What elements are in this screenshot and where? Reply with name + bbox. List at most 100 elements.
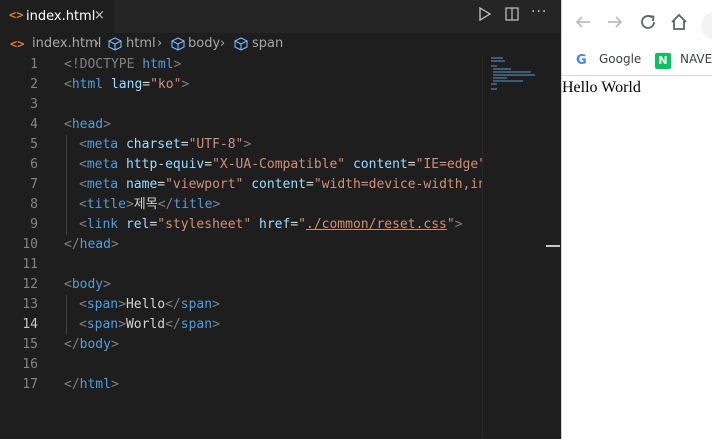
bookmark-google[interactable]: Google (599, 52, 641, 66)
line-number: 13 (22, 297, 38, 312)
line-number: 5 (30, 137, 38, 152)
code-line-5: <meta charset="UTF-8"> (79, 135, 251, 155)
token: content (352, 157, 408, 172)
token: > (173, 57, 182, 72)
minimap-line (491, 83, 497, 85)
token: " (298, 217, 306, 232)
token: rel (125, 217, 150, 232)
line-number: 16 (22, 357, 38, 372)
minimap-line (491, 65, 497, 67)
token: span (86, 317, 119, 332)
token: 제목 (133, 197, 158, 212)
reload-icon[interactable] (639, 13, 657, 36)
code-line-17: </html> (64, 375, 119, 395)
token: = (142, 77, 151, 92)
token: </ (165, 317, 181, 332)
browser-toolbar (562, 0, 712, 46)
breadcrumb-item-html[interactable]: html (126, 36, 156, 51)
back-icon[interactable] (574, 13, 592, 36)
address-bar[interactable] (701, 12, 712, 40)
token: < (79, 317, 87, 332)
minimap-line (493, 77, 507, 79)
code-line-2: <html lang="ko"> (64, 75, 189, 95)
run-icon[interactable] (479, 6, 492, 25)
line-number: 15 (22, 337, 38, 352)
token: > (212, 197, 221, 212)
breadcrumb-item-body[interactable]: body (188, 36, 220, 51)
line-number-active: 14 (22, 317, 38, 332)
line-number: 9 (30, 217, 38, 232)
naver-icon: N (655, 53, 671, 69)
token: < (79, 177, 87, 192)
token: < (79, 137, 87, 152)
token: name (125, 177, 158, 192)
vertical-scrollbar[interactable] (546, 55, 561, 439)
token: meta (86, 157, 119, 172)
minimap[interactable] (482, 55, 547, 439)
token: = (180, 137, 189, 152)
code-area[interactable]: <!DOCTYPE html> <html lang="ko"> <head> … (64, 55, 482, 439)
token: = (290, 217, 299, 232)
token: head (71, 117, 104, 132)
token: span (180, 297, 213, 312)
code-line-15: </body> (64, 335, 119, 355)
token: > (110, 337, 119, 352)
code-line-7: <meta name="viewport" content="width=dev… (79, 175, 482, 195)
token: <!DOCTYPE (64, 57, 143, 72)
code-editor[interactable]: <> index.html × ··· <> index.html › html… (0, 0, 561, 439)
token: http-equiv (125, 157, 205, 172)
line-number: 2 (30, 77, 38, 92)
token: link (86, 217, 119, 232)
browser-window[interactable]: G Google N NAVER Hello World (561, 0, 712, 439)
token: "UTF-8" (188, 137, 244, 152)
breadcrumb-item-file[interactable]: index.html (32, 36, 101, 51)
close-icon[interactable]: × (94, 8, 105, 23)
code-line-9: <link rel="stylesheet" href="./common/re… (79, 215, 463, 235)
element-icon (108, 37, 122, 55)
chevron-right-icon: › (220, 36, 226, 51)
token: > (110, 377, 119, 392)
token: < (79, 197, 87, 212)
element-icon (234, 37, 248, 55)
bookmark-naver[interactable]: NAVER (680, 52, 712, 66)
token: span (86, 297, 119, 312)
line-number: 3 (30, 97, 38, 112)
element-icon (171, 37, 185, 55)
tab-index-html[interactable]: <> index.html × (0, 0, 114, 33)
token: "X-UA-Compatible" (212, 157, 346, 172)
token: span (180, 317, 213, 332)
line-number: 17 (22, 377, 38, 392)
breadcrumb-item-span[interactable]: span (252, 36, 283, 51)
token: < (64, 277, 72, 292)
minimap-line (493, 68, 511, 70)
google-icon: G (576, 53, 587, 68)
forward-icon[interactable] (606, 13, 624, 36)
token: "IE=edge" (415, 157, 482, 172)
token: </ (64, 237, 80, 252)
home-icon[interactable] (670, 13, 688, 36)
line-number: 10 (22, 237, 38, 252)
split-editor-icon[interactable] (505, 7, 519, 25)
token: > (118, 317, 126, 332)
token: charset (125, 137, 181, 152)
token: < (79, 157, 87, 172)
token: > (118, 297, 126, 312)
file-link[interactable]: ./common/reset.css (306, 217, 447, 232)
html-file-icon: <> (10, 37, 25, 51)
token: html (142, 57, 174, 72)
token: World (125, 317, 166, 332)
html-file-icon: <> (9, 8, 24, 22)
token: </ (64, 337, 80, 352)
tab-label: index.html (26, 9, 96, 24)
token: html (79, 377, 111, 392)
code-line-10: </head> (64, 235, 119, 255)
token: > (243, 137, 252, 152)
token: title (86, 197, 126, 212)
minimap-line (491, 60, 505, 62)
more-icon[interactable]: ··· (531, 4, 547, 20)
token: > (110, 237, 119, 252)
